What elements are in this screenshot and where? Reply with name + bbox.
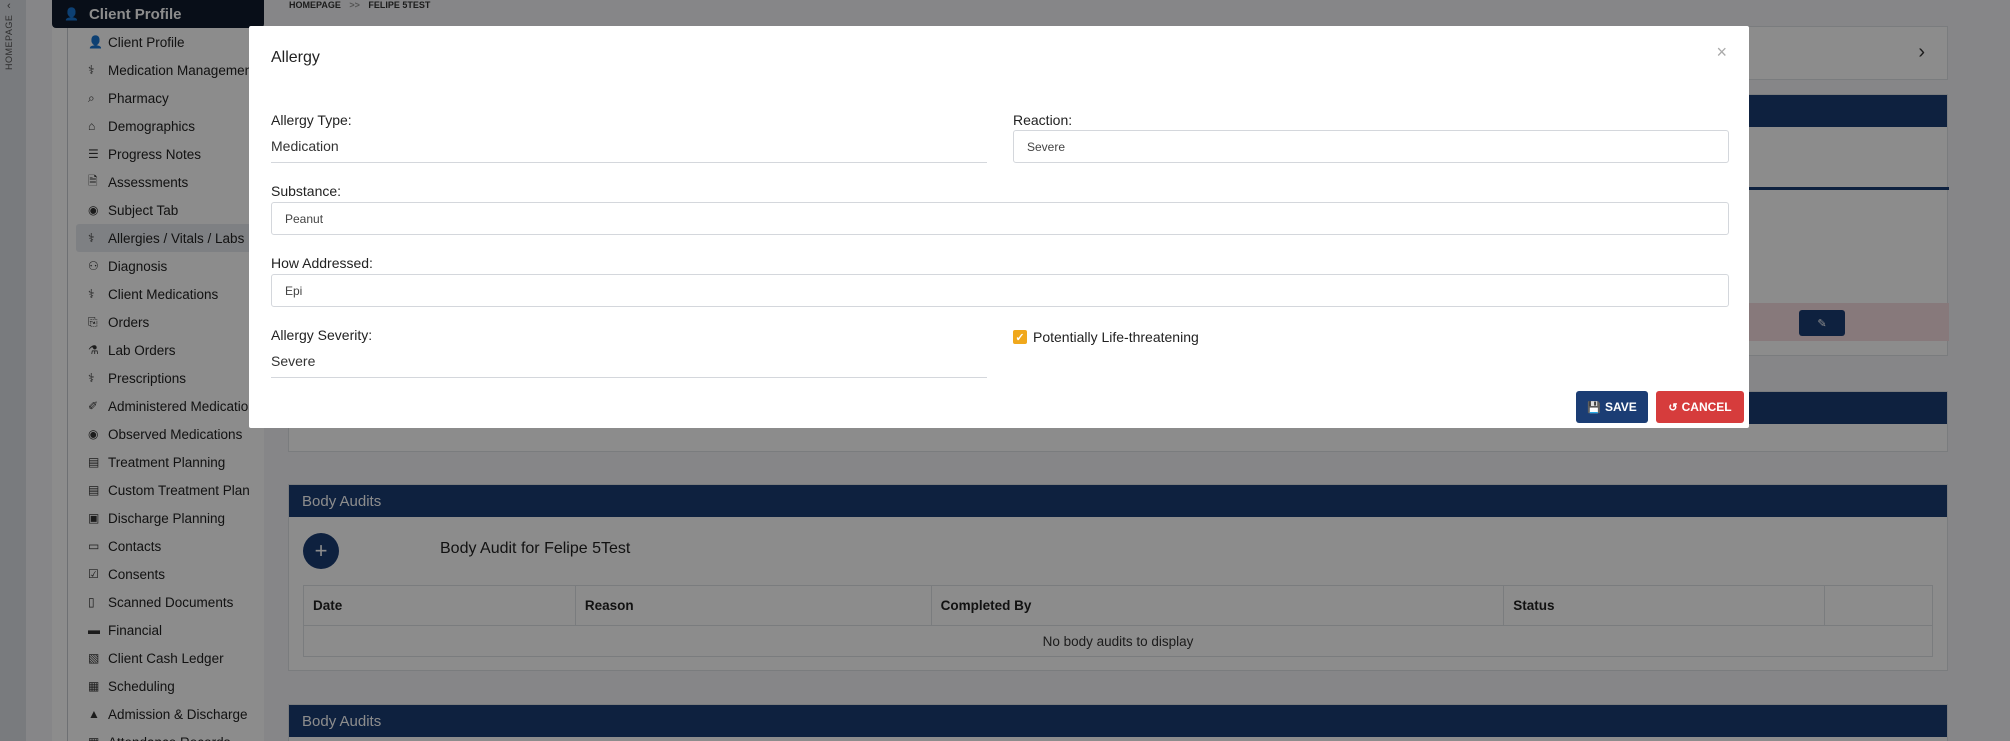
life-threatening-checkbox[interactable]: ✓	[1013, 330, 1027, 344]
life-threatening-toggle[interactable]: ✓ Potentially Life-threatening	[1013, 329, 1199, 345]
undo-icon: ↺	[1668, 401, 1678, 414]
close-icon[interactable]: ×	[1716, 42, 1727, 63]
cancel-button[interactable]: ↺ CANCEL	[1656, 391, 1744, 423]
severity-label: Allergy Severity:	[271, 327, 373, 343]
allergy-modal: Allergy × Allergy Type: Medication React…	[249, 26, 1749, 428]
save-button[interactable]: 💾 SAVE	[1576, 391, 1648, 423]
life-threatening-label: Potentially Life-threatening	[1033, 329, 1199, 345]
severity-field[interactable]: Severe	[271, 344, 987, 378]
modal-title: Allergy	[271, 49, 320, 66]
allergy-type-field[interactable]: Medication	[271, 129, 987, 163]
save-icon: 💾	[1587, 401, 1601, 414]
how-addressed-input[interactable]: Epi	[271, 274, 1729, 307]
allergy-type-label: Allergy Type:	[271, 112, 352, 128]
reaction-label: Reaction:	[1013, 112, 1073, 128]
reaction-input[interactable]: Severe	[1013, 130, 1729, 163]
substance-label: Substance:	[271, 183, 342, 199]
how-addressed-label: How Addressed:	[271, 255, 373, 271]
check-icon: ✓	[1015, 331, 1025, 344]
cancel-label: CANCEL	[1681, 400, 1732, 414]
save-label: SAVE	[1604, 400, 1637, 414]
substance-input[interactable]: Peanut	[271, 202, 1729, 235]
